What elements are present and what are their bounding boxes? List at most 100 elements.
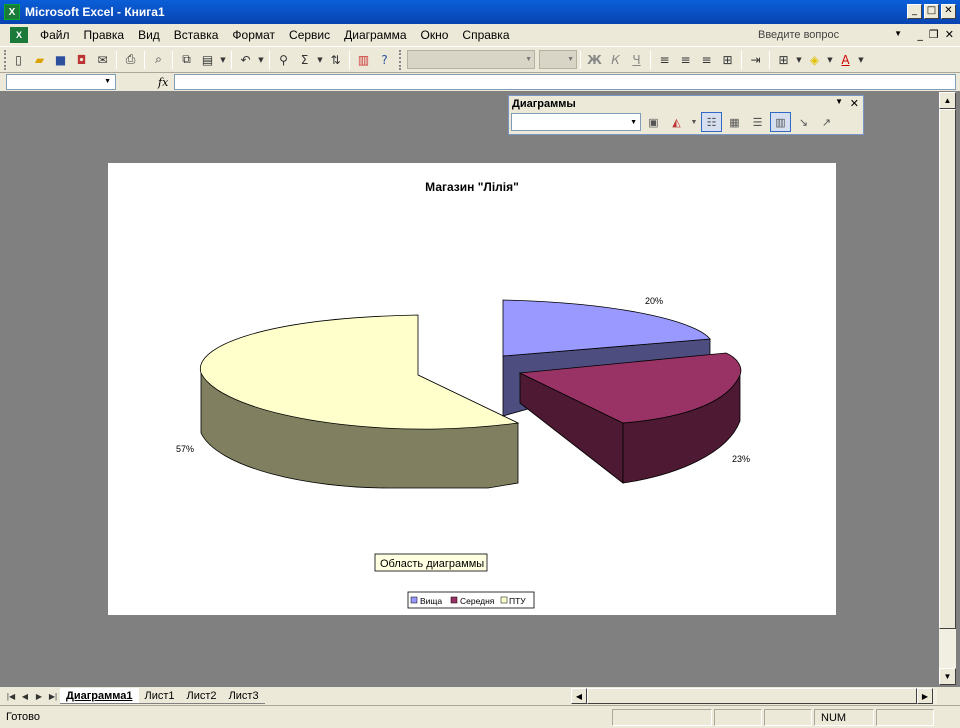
email-icon[interactable]: ✉ [92,49,113,70]
legend-toggle-icon[interactable]: ☷ [701,112,722,132]
minimize-button[interactable]: _ [907,4,922,19]
research-icon[interactable]: ⌕ [148,49,169,70]
ask-dropdown-icon[interactable]: ▼ [894,29,902,38]
chart-legend[interactable]: Вища Середня ПТУ [407,591,535,609]
chart-toolbar-title[interactable]: Диаграммы [509,96,863,111]
ask-question-input[interactable]: Введите вопрос [754,27,904,43]
borders-icon[interactable]: ⊞ [773,49,794,70]
autosum-icon[interactable]: Σ [294,49,315,70]
chart-type-icon[interactable]: ◭ [666,112,687,132]
scroll-left-icon[interactable]: ◀ [571,688,587,704]
excel-app-icon[interactable]: X [4,4,20,20]
chart-area-tooltip: Область диаграммы [374,553,488,572]
paste-icon[interactable]: ▤ [197,49,218,70]
workbook-icon[interactable]: X [10,27,28,43]
last-sheet-icon[interactable]: ▶| [46,692,60,701]
status-panel-2 [714,709,762,726]
bold-button[interactable]: Ж [584,49,605,70]
underline-button[interactable]: Ч [626,49,647,70]
menu-window[interactable]: Окно [419,28,451,42]
hyperlink-icon[interactable]: ⚲ [273,49,294,70]
maximize-button[interactable]: □ [924,4,939,19]
angle-text-down-icon[interactable]: ↘ [793,112,814,132]
format-chart-area-icon[interactable]: ▣ [643,112,664,132]
save-icon[interactable]: ■ [50,49,71,70]
chart-title[interactable]: Магазин "Лілія" [425,180,519,194]
close-button[interactable]: ✕ [941,4,956,19]
horizontal-scrollbar[interactable]: ◀ ▶ [571,688,937,704]
menu-view[interactable]: Вид [136,28,162,42]
chart-toolbar-close-icon[interactable]: ✕ [850,97,859,110]
new-icon[interactable]: ▯ [8,49,29,70]
align-left-icon[interactable]: ≡ [654,49,675,70]
align-right-icon[interactable]: ≡ [696,49,717,70]
menu-insert[interactable]: Вставка [172,28,221,42]
chart-objects-combo[interactable]: ▼ [511,113,641,131]
pie-slice-ptu[interactable] [199,314,520,489]
toolbar-grip-2[interactable] [399,49,403,70]
borders-dropdown-icon[interactable]: ▼ [794,49,804,70]
first-sheet-icon[interactable]: |◀ [4,692,18,701]
doc-restore-icon[interactable]: ❐ [929,28,939,41]
font-name-combo[interactable]: ▼ [407,50,535,69]
print-icon[interactable]: ⎙ [120,49,141,70]
menu-help[interactable]: Справка [460,28,511,42]
status-panel-3 [764,709,812,726]
italic-button[interactable]: К [605,49,626,70]
name-box[interactable]: ▼ [6,74,116,90]
font-color-dropdown-icon[interactable]: ▼ [856,49,866,70]
data-label-vyshcha[interactable]: 20% [645,296,663,306]
formula-input[interactable] [174,74,956,90]
doc-close-icon[interactable]: ✕ [945,28,954,41]
chart-toolbar[interactable]: Диаграммы ▼ ✕ ▼ ▣ ◭ ▼ ☷ ▦ ☰ ▥ ↘ ↗ [508,95,864,135]
data-table-icon[interactable]: ▦ [724,112,745,132]
permission-icon[interactable]: ◘ [71,49,92,70]
h-scroll-thumb[interactable] [587,688,917,704]
menu-format[interactable]: Формат [230,28,277,42]
angle-text-up-icon[interactable]: ↗ [816,112,837,132]
copy-icon[interactable]: ⧉ [176,49,197,70]
pie-slice-serednya[interactable] [518,352,742,484]
next-sheet-icon[interactable]: ▶ [32,692,46,701]
toolbar-options-icon[interactable]: ▼ [835,97,843,106]
undo-icon[interactable]: ↶ [235,49,256,70]
pie-chart[interactable]: Магазин "Лілія" 20% 23% 57% Область диаг… [108,163,836,615]
by-row-icon[interactable]: ☰ [747,112,768,132]
sheet-tab-bar: |◀ ◀ ▶ ▶| Диаграмма1 Лист1 Лист2 Лист3 ◀… [0,687,960,705]
doc-minimize-icon[interactable]: _ [917,28,923,41]
menu-edit[interactable]: Правка [82,28,127,42]
scroll-down-icon[interactable]: ▼ [939,668,956,685]
font-size-combo[interactable]: ▼ [539,50,577,69]
vertical-scrollbar[interactable]: ▲ ▼ [939,92,956,685]
data-label-serednya[interactable]: 23% [732,454,750,464]
chart-area[interactable]: Магазин "Лілія" 20% 23% 57% Область диаг… [108,163,836,615]
tab-list2[interactable]: Лист2 [180,688,223,704]
chart-type-dropdown-icon[interactable]: ▼ [689,112,699,132]
align-center-icon[interactable]: ≡ [675,49,696,70]
merge-center-icon[interactable]: ⊞ [717,49,738,70]
fx-label[interactable]: fx [158,76,168,89]
font-color-icon[interactable]: A [835,49,856,70]
help-icon[interactable]: ? [374,49,395,70]
menu-chart[interactable]: Диаграмма [342,28,408,42]
autosum-dropdown-icon[interactable]: ▼ [315,49,325,70]
paste-dropdown-icon[interactable]: ▼ [218,49,228,70]
scroll-thumb[interactable] [939,109,956,629]
sort-icon[interactable]: ⇅ [325,49,346,70]
scroll-right-icon[interactable]: ▶ [917,688,933,704]
menu-tools[interactable]: Сервис [287,28,332,42]
open-icon[interactable]: ▰ [29,49,50,70]
tab-list1[interactable]: Лист1 [138,688,181,704]
data-label-ptu[interactable]: 57% [176,444,194,454]
prev-sheet-icon[interactable]: ◀ [18,692,32,701]
tab-list3[interactable]: Лист3 [222,688,265,704]
fill-dropdown-icon[interactable]: ▼ [825,49,835,70]
undo-dropdown-icon[interactable]: ▼ [256,49,266,70]
menu-file[interactable]: Файл [38,28,72,42]
by-column-icon[interactable]: ▥ [770,112,791,132]
scroll-up-icon[interactable]: ▲ [939,92,956,109]
fill-color-icon[interactable]: ◈ [804,49,825,70]
tab-diagramma1[interactable]: Диаграмма1 [60,688,139,704]
indent-icon[interactable]: ⇥ [745,49,766,70]
chart-wizard-icon[interactable]: ▥ [353,49,374,70]
